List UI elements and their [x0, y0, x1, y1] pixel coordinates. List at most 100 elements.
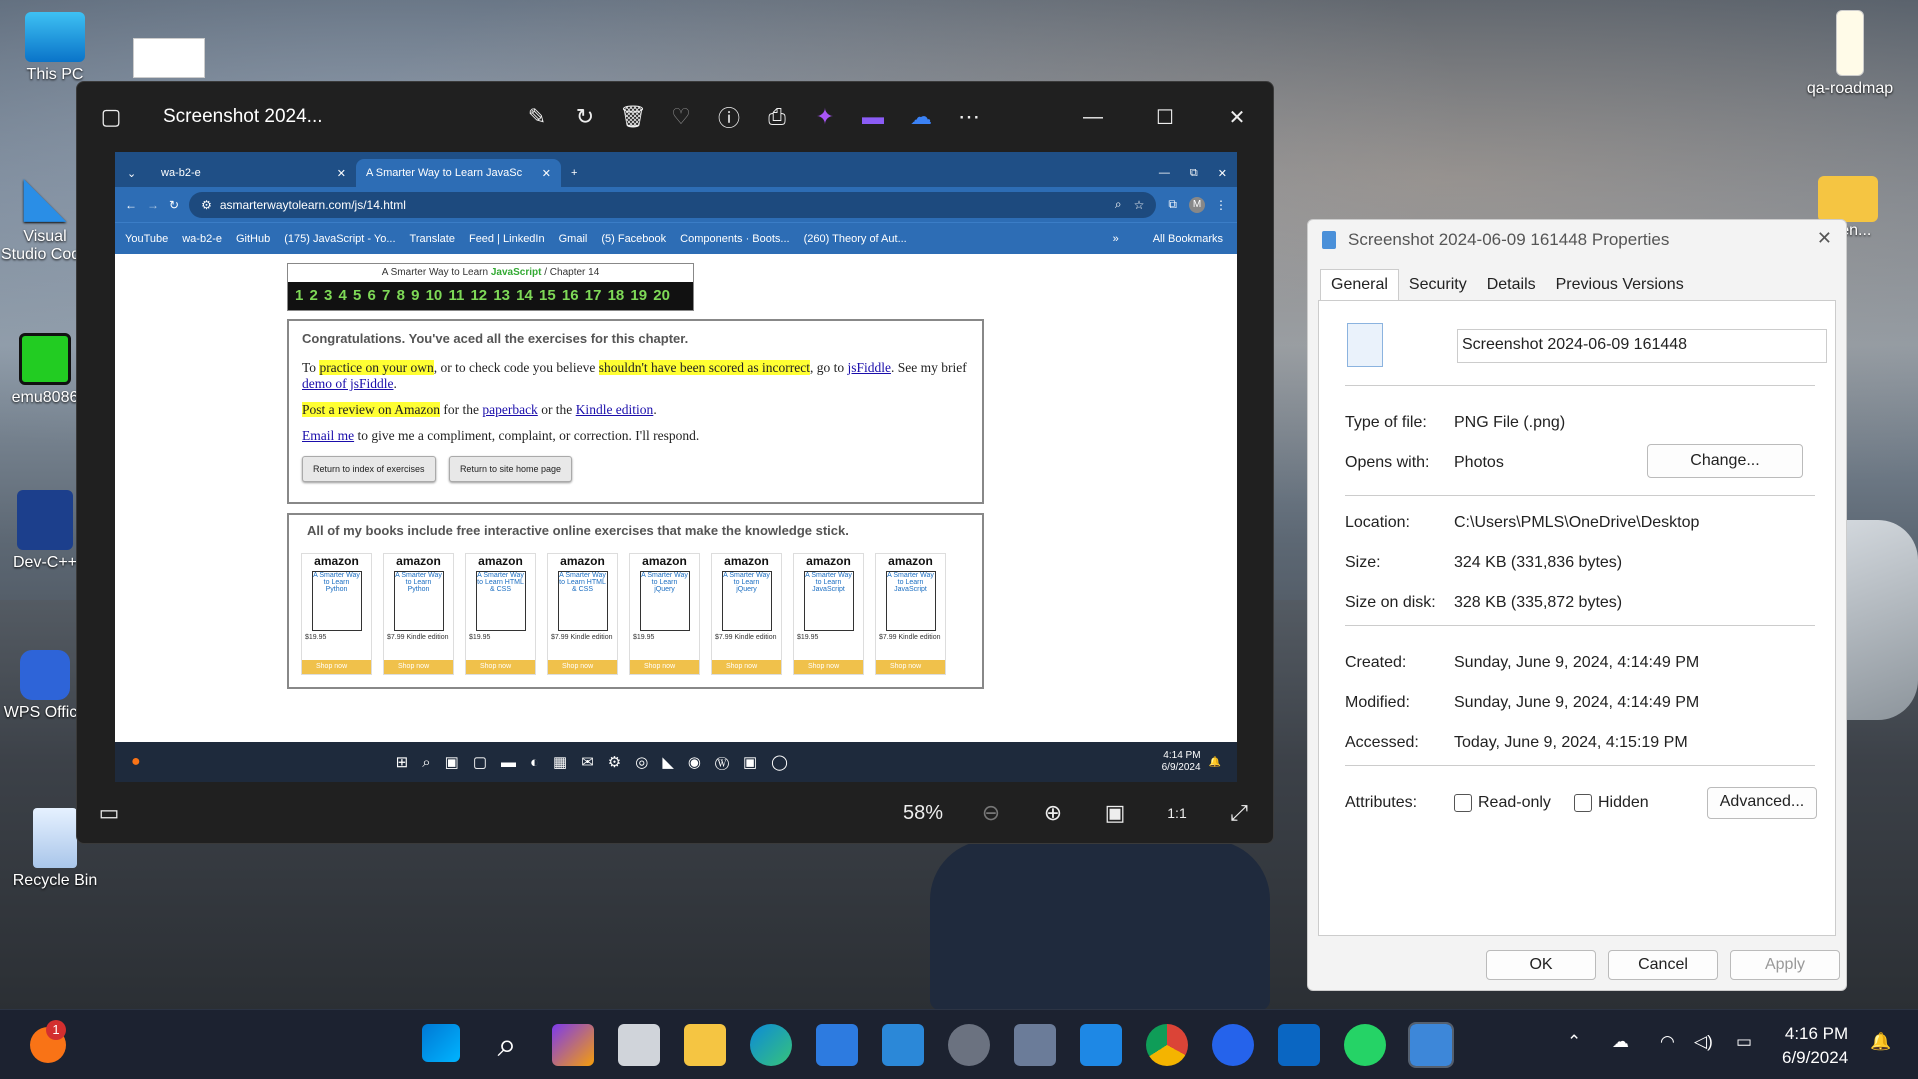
bookmark-item[interactable]: Gmail — [559, 233, 588, 245]
desktop-icon-qa-roadmap[interactable]: qa-roadmap — [1800, 10, 1900, 98]
readonly-checkbox[interactable]: Read-only — [1454, 794, 1551, 812]
close-icon[interactable]: ✕ — [1208, 159, 1237, 187]
shop-now-button[interactable]: Shop now — [302, 660, 371, 674]
filename-field[interactable]: Screenshot 2024-06-09 161448 — [1457, 329, 1827, 363]
properties-dialog[interactable]: Screenshot 2024-06-09 161448 Properties … — [1307, 219, 1847, 991]
minimize-icon[interactable]: — — [1149, 159, 1180, 187]
fit-icon[interactable]: ▣ — [1091, 793, 1139, 833]
chrome-icon[interactable] — [1146, 1024, 1188, 1066]
bookmark-item[interactable]: YouTube — [125, 233, 168, 245]
task-view-icon[interactable] — [618, 1024, 660, 1066]
book-card[interactable]: amazon A Smarter Way to Learn jQuery $7.99… — [711, 553, 782, 675]
overflow-icon[interactable]: » — [1113, 233, 1119, 245]
copilot-icon[interactable] — [552, 1024, 594, 1066]
browser-tab[interactable]: wa-b2-e ✕ — [151, 159, 356, 187]
bookmark-item[interactable]: (260) Theory of Aut... — [804, 233, 907, 245]
start-icon[interactable] — [422, 1024, 460, 1062]
forward-icon[interactable]: → — [147, 198, 159, 212]
advanced-button[interactable]: Advanced... — [1707, 787, 1817, 819]
store-icon[interactable] — [816, 1024, 858, 1066]
extensions-icon[interactable]: ⧉ — [1168, 197, 1177, 212]
bookmark-item[interactable]: wa-b2-e — [182, 233, 222, 245]
close-button[interactable]: ✕ — [1201, 97, 1273, 137]
address-bar[interactable]: ⚙ asmarterwaytolearn.com/js/14.html ⌕ ☆ — [189, 191, 1157, 218]
mail-icon[interactable] — [882, 1024, 924, 1066]
photos-window[interactable]: ▢ Screenshot 2024... ✎ ↻ 🗑 ♡ ⓘ ⎙ ✦ ▬ ☁ ⋯… — [76, 81, 1274, 844]
book-card[interactable]: amazon A Smarter Way to Learn HTML & CSS $… — [465, 553, 536, 675]
desktop-file-thumbnail[interactable] — [133, 38, 205, 78]
whatsapp-icon[interactable] — [1344, 1024, 1386, 1066]
wps-icon[interactable] — [1212, 1024, 1254, 1066]
zoom-icon[interactable]: ⌕ — [1115, 197, 1122, 212]
bookmark-item[interactable]: Translate — [410, 233, 455, 245]
new-tab-icon[interactable]: + — [561, 159, 587, 187]
tab-details[interactable]: Details — [1477, 270, 1546, 300]
shop-now-button[interactable]: Shop now — [876, 660, 945, 674]
edit-icon[interactable]: ✎ — [513, 97, 561, 137]
clock[interactable]: 4:16 PM 6/9/2024 — [1782, 1022, 1848, 1070]
change-button[interactable]: Change... — [1647, 444, 1803, 478]
delete-icon[interactable]: 🗑 — [609, 97, 657, 137]
file-explorer-icon[interactable] — [684, 1024, 726, 1066]
cancel-button[interactable]: Cancel — [1608, 950, 1718, 980]
vscode-icon[interactable] — [1080, 1024, 1122, 1066]
return-home-button[interactable]: Return to site home page — [448, 456, 572, 482]
shop-now-button[interactable]: Shop now — [630, 660, 699, 674]
avatar[interactable]: M — [1189, 196, 1205, 213]
bookmark-item[interactable]: (175) JavaScript - Yo... — [284, 233, 395, 245]
shop-now-button[interactable]: Shop now — [384, 660, 453, 674]
paperback-link[interactable]: paperback — [482, 402, 537, 417]
shop-now-button[interactable]: Shop now — [794, 660, 863, 674]
reload-icon[interactable]: ↻ — [169, 198, 179, 212]
email-link[interactable]: Email me — [302, 428, 354, 443]
book-card[interactable]: amazon A Smarter Way to Learn JavaScript $… — [875, 553, 946, 675]
print-icon[interactable]: ⎙ — [753, 97, 801, 137]
linkedin-icon[interactable] — [1278, 1024, 1320, 1066]
tab-security[interactable]: Security — [1399, 270, 1477, 300]
kindle-link[interactable]: Kindle edition — [576, 402, 654, 417]
shop-now-button[interactable]: Shop now — [712, 660, 781, 674]
return-index-button[interactable]: Return to index of exercises — [302, 456, 436, 482]
shop-now-button[interactable]: Shop now — [466, 660, 535, 674]
bookmark-item[interactable]: Feed | LinkedIn — [469, 233, 545, 245]
menu-icon[interactable]: ⋮ — [1215, 198, 1227, 212]
book-card[interactable]: amazon A Smarter Way to Learn Python $19.9… — [301, 553, 372, 675]
demo-link[interactable]: demo of jsFiddle — [302, 376, 394, 391]
jsfiddle-link[interactable]: jsFiddle — [847, 360, 891, 375]
book-card[interactable]: amazon A Smarter Way to Learn HTML & CSS $… — [547, 553, 618, 675]
back-icon[interactable]: ← — [125, 198, 137, 212]
close-icon[interactable]: ✕ — [337, 167, 346, 180]
hidden-checkbox[interactable]: Hidden — [1574, 794, 1649, 812]
close-icon[interactable]: ✕ — [1817, 228, 1832, 249]
book-card[interactable]: amazon A Smarter Way to Learn jQuery $19.9… — [629, 553, 700, 675]
search-icon[interactable]: ⌕ — [486, 1024, 528, 1066]
close-icon[interactable]: ✕ — [542, 167, 551, 180]
all-bookmarks[interactable]: All Bookmarks — [1153, 233, 1223, 245]
actual-size-icon[interactable]: 1:1 — [1153, 793, 1201, 833]
shop-now-button[interactable]: Shop now — [548, 660, 617, 674]
wifi-icon[interactable]: ◠ — [1660, 1032, 1675, 1052]
rotate-icon[interactable]: ↻ — [561, 97, 609, 137]
ok-button[interactable]: OK — [1486, 950, 1596, 980]
favorite-icon[interactable]: ♡ — [657, 97, 705, 137]
bookmark-item[interactable]: GitHub — [236, 233, 270, 245]
bell-icon[interactable]: 🔔 — [1870, 1032, 1891, 1052]
volume-icon[interactable]: ◁) — [1694, 1032, 1713, 1052]
gallery-icon[interactable]: ▢ — [87, 97, 135, 137]
browser-tab-active[interactable]: A Smarter Way to Learn JavaSc ✕ — [356, 159, 561, 187]
designer-icon[interactable]: ✦ — [801, 97, 849, 137]
settings-icon[interactable] — [948, 1024, 990, 1066]
book-card[interactable]: amazon A Smarter Way to Learn JavaScript $… — [793, 553, 864, 675]
bookmark-star-icon[interactable]: ☆ — [1134, 198, 1145, 212]
tab-general[interactable]: General — [1320, 269, 1399, 300]
info-icon[interactable]: ⓘ — [705, 97, 753, 137]
book-card[interactable]: amazon A Smarter Way to Learn Python $7.99… — [383, 553, 454, 675]
apply-button[interactable]: Apply — [1730, 950, 1840, 980]
zoom-in-icon[interactable]: ⊕ — [1029, 793, 1077, 833]
zoom-out-icon[interactable]: ⊖ — [967, 793, 1015, 833]
fullscreen-icon[interactable]: ⤢ — [1215, 793, 1263, 833]
chapter-numbers[interactable]: 1 2 3 4 5 6 7 8 9 10 11 12 13 14 15 16 1… — [288, 282, 693, 310]
tab-previous-versions[interactable]: Previous Versions — [1546, 270, 1694, 300]
desktop-icon-this-pc[interactable]: This PC — [10, 12, 100, 84]
restore-icon[interactable]: ⧉ — [1180, 159, 1208, 187]
